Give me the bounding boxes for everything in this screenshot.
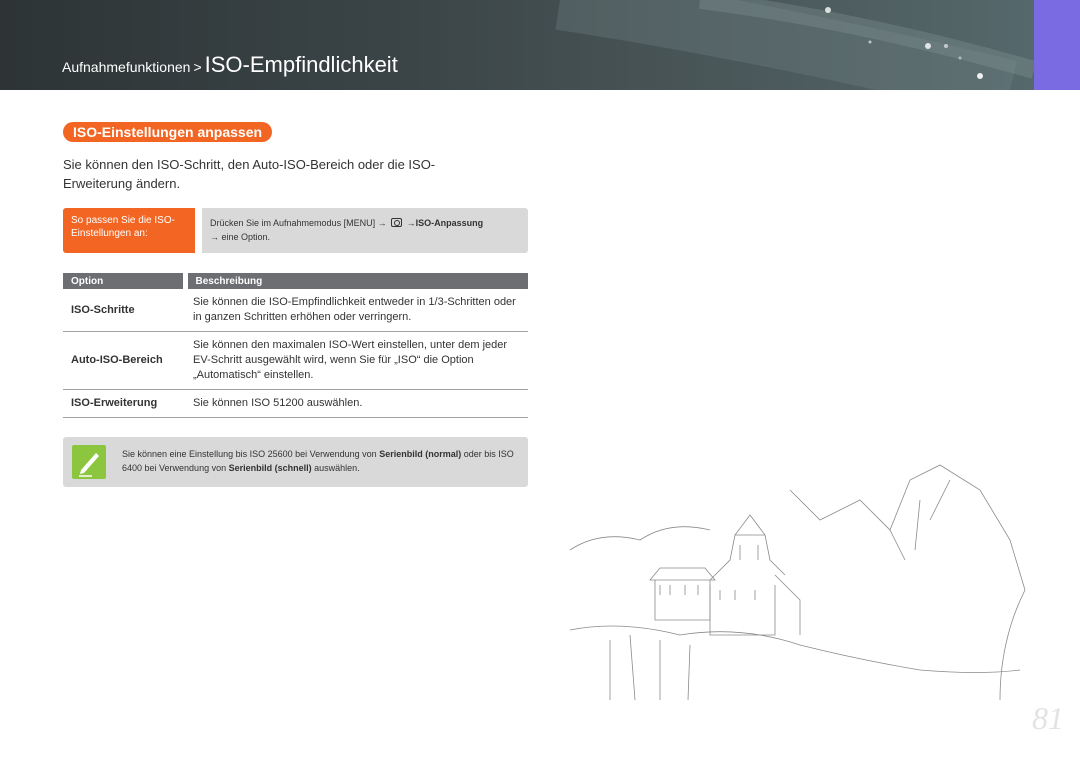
note-box: Sie können eine Einstellung bis ISO 2560…: [63, 437, 528, 487]
options-table: Option Beschreibung ISO-Schritte Sie kön…: [63, 273, 528, 418]
table-row: Auto-ISO-Bereich Sie können den maximale…: [63, 331, 528, 390]
howto-instructions: Drücken Sie im Aufnahmemodus [MENU] → →I…: [202, 208, 528, 253]
table-header-row: Option Beschreibung: [63, 273, 528, 289]
arrow-icon: →: [377, 218, 387, 228]
menu-key: [MENU]: [343, 218, 376, 228]
table-row: ISO-Erweiterung Sie können ISO 51200 aus…: [63, 389, 528, 418]
howto-label: So passen Sie die ISO-Einstellungen an:: [63, 208, 195, 253]
note-text: Sie können eine Einstellung bis ISO 2560…: [122, 447, 517, 475]
village-illustration: [569, 464, 1026, 701]
section-heading: ISO-Einstellungen anpassen: [63, 122, 273, 142]
camera-icon: [391, 218, 403, 227]
note-bold-term: Serienbild (normal): [379, 449, 462, 459]
page-header: Aufnahmefunktionen > ISO-Empfindlichkeit: [0, 0, 1034, 90]
breadcrumb: Aufnahmefunktionen > ISO-Empfindlichkeit: [62, 52, 398, 78]
option-name: ISO-Erweiterung: [63, 389, 185, 418]
option-description: Sie können ISO 51200 auswählen.: [185, 389, 528, 418]
intro-text: Sie können den ISO-Schritt, den Auto-ISO…: [63, 157, 436, 191]
table-row: ISO-Schritte Sie können die ISO-Empfindl…: [63, 289, 528, 332]
howto-setting: ISO-Anpassung: [415, 218, 484, 228]
column-header-option: Option: [63, 273, 185, 289]
note-text-part: Sie können eine Einstellung bis ISO 2560…: [122, 449, 377, 459]
option-description: Sie können den maximalen ISO-Wert einste…: [185, 331, 528, 390]
page-title: ISO-Empfindlichkeit: [204, 52, 398, 77]
arrow-icon: →: [406, 218, 416, 228]
page-number: 81: [1032, 700, 1064, 736]
note-bold-term: Serienbild (schnell): [228, 463, 312, 473]
chapter-tab[interactable]: [1034, 0, 1080, 90]
option-name: Auto-ISO-Bereich: [63, 331, 185, 390]
note-text-part: auswählen.: [314, 463, 360, 473]
howto-step-suffix: → eine Option.: [210, 232, 271, 242]
pen-note-icon: [72, 445, 106, 479]
breadcrumb-separator: >: [193, 59, 202, 75]
breadcrumb-parent[interactable]: Aufnahmefunktionen: [62, 59, 190, 75]
column-header-description: Beschreibung: [182, 273, 528, 289]
option-name: ISO-Schritte: [63, 289, 185, 332]
option-description: Sie können die ISO-Empfindlichkeit entwe…: [185, 289, 528, 332]
howto-step-prefix: Drücken Sie im Aufnahmemodus: [210, 218, 342, 228]
